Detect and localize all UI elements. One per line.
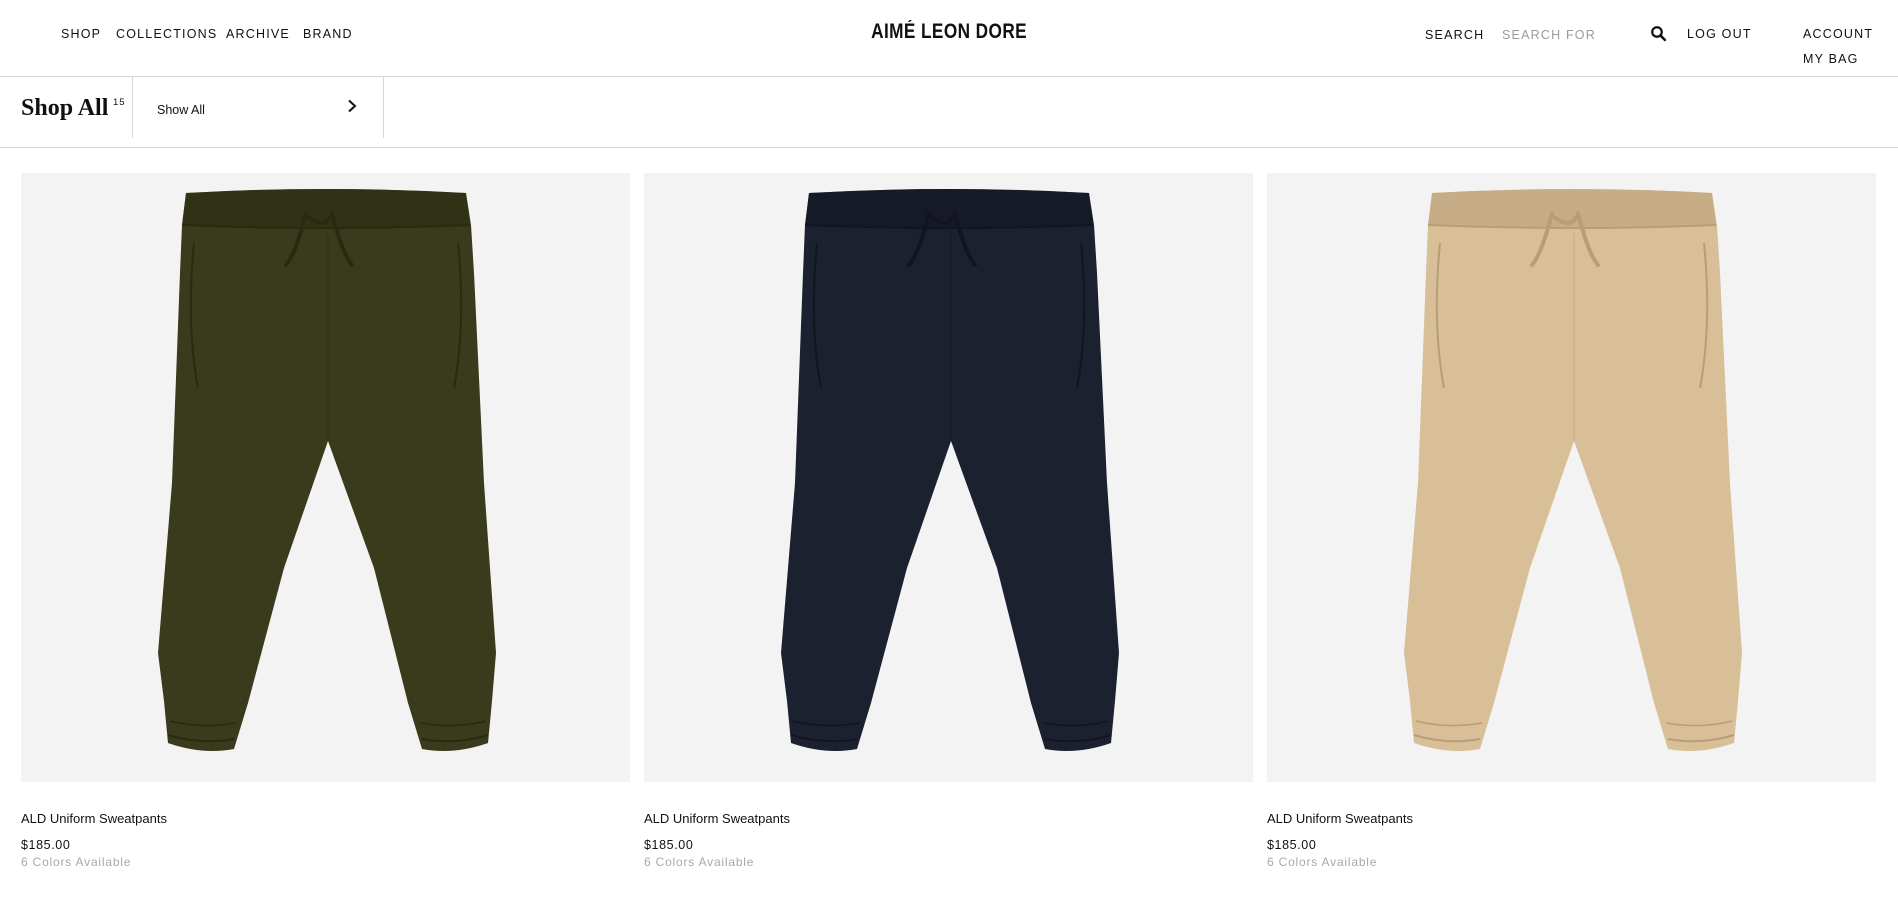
filter-selected-value: Show All (157, 103, 205, 117)
nav-brand[interactable]: BRAND (303, 27, 353, 41)
search-input[interactable] (1502, 24, 1642, 46)
sweatpants-image (1403, 188, 1742, 751)
product-image[interactable] (1267, 173, 1876, 782)
brand-logo[interactable]: AIMÉ LEON DORE (871, 20, 1027, 44)
product-name[interactable]: ALD Uniform Sweatpants (644, 811, 790, 826)
colors-available: 6 Colors Available (21, 855, 132, 869)
sweatpants-image (157, 188, 496, 751)
logout-link[interactable]: LOG OUT (1687, 27, 1752, 41)
product-price: $185.00 (21, 838, 71, 852)
product-image[interactable] (644, 173, 1253, 782)
divider (383, 77, 384, 138)
product-price: $185.00 (644, 838, 694, 852)
filter-bar: Shop All 15 Show All (0, 77, 1898, 148)
product-card[interactable]: ALD Uniform Sweatpants $185.00 6 Colors … (644, 173, 1253, 869)
account-link[interactable]: ACCOUNT (1803, 27, 1873, 41)
product-name[interactable]: ALD Uniform Sweatpants (1267, 811, 1413, 826)
product-name[interactable]: ALD Uniform Sweatpants (21, 811, 167, 826)
product-count: 15 (113, 97, 126, 108)
product-price: $185.00 (1267, 838, 1317, 852)
product-card[interactable]: ALD Uniform Sweatpants $185.00 6 Colors … (1267, 173, 1876, 869)
category-filter-dropdown[interactable]: Show All (133, 77, 383, 138)
colors-available: 6 Colors Available (1267, 855, 1378, 869)
my-bag-link[interactable]: MY BAG (1803, 52, 1859, 66)
site-header: SHOP COLLECTIONS ARCHIVE BRAND AIMÉ LEON… (0, 0, 1898, 77)
sweatpants-image (780, 188, 1119, 751)
search-icon[interactable] (1650, 25, 1667, 42)
page-title: Shop All (21, 95, 109, 121)
nav-shop[interactable]: SHOP (61, 27, 101, 41)
chevron-right-icon (348, 99, 357, 113)
product-image[interactable] (21, 173, 630, 782)
product-card[interactable]: ALD Uniform Sweatpants $185.00 6 Colors … (21, 173, 630, 869)
search-label: SEARCH (1425, 28, 1485, 42)
nav-collections[interactable]: COLLECTIONS (116, 27, 217, 41)
nav-archive[interactable]: ARCHIVE (226, 27, 290, 41)
colors-available: 6 Colors Available (644, 855, 755, 869)
